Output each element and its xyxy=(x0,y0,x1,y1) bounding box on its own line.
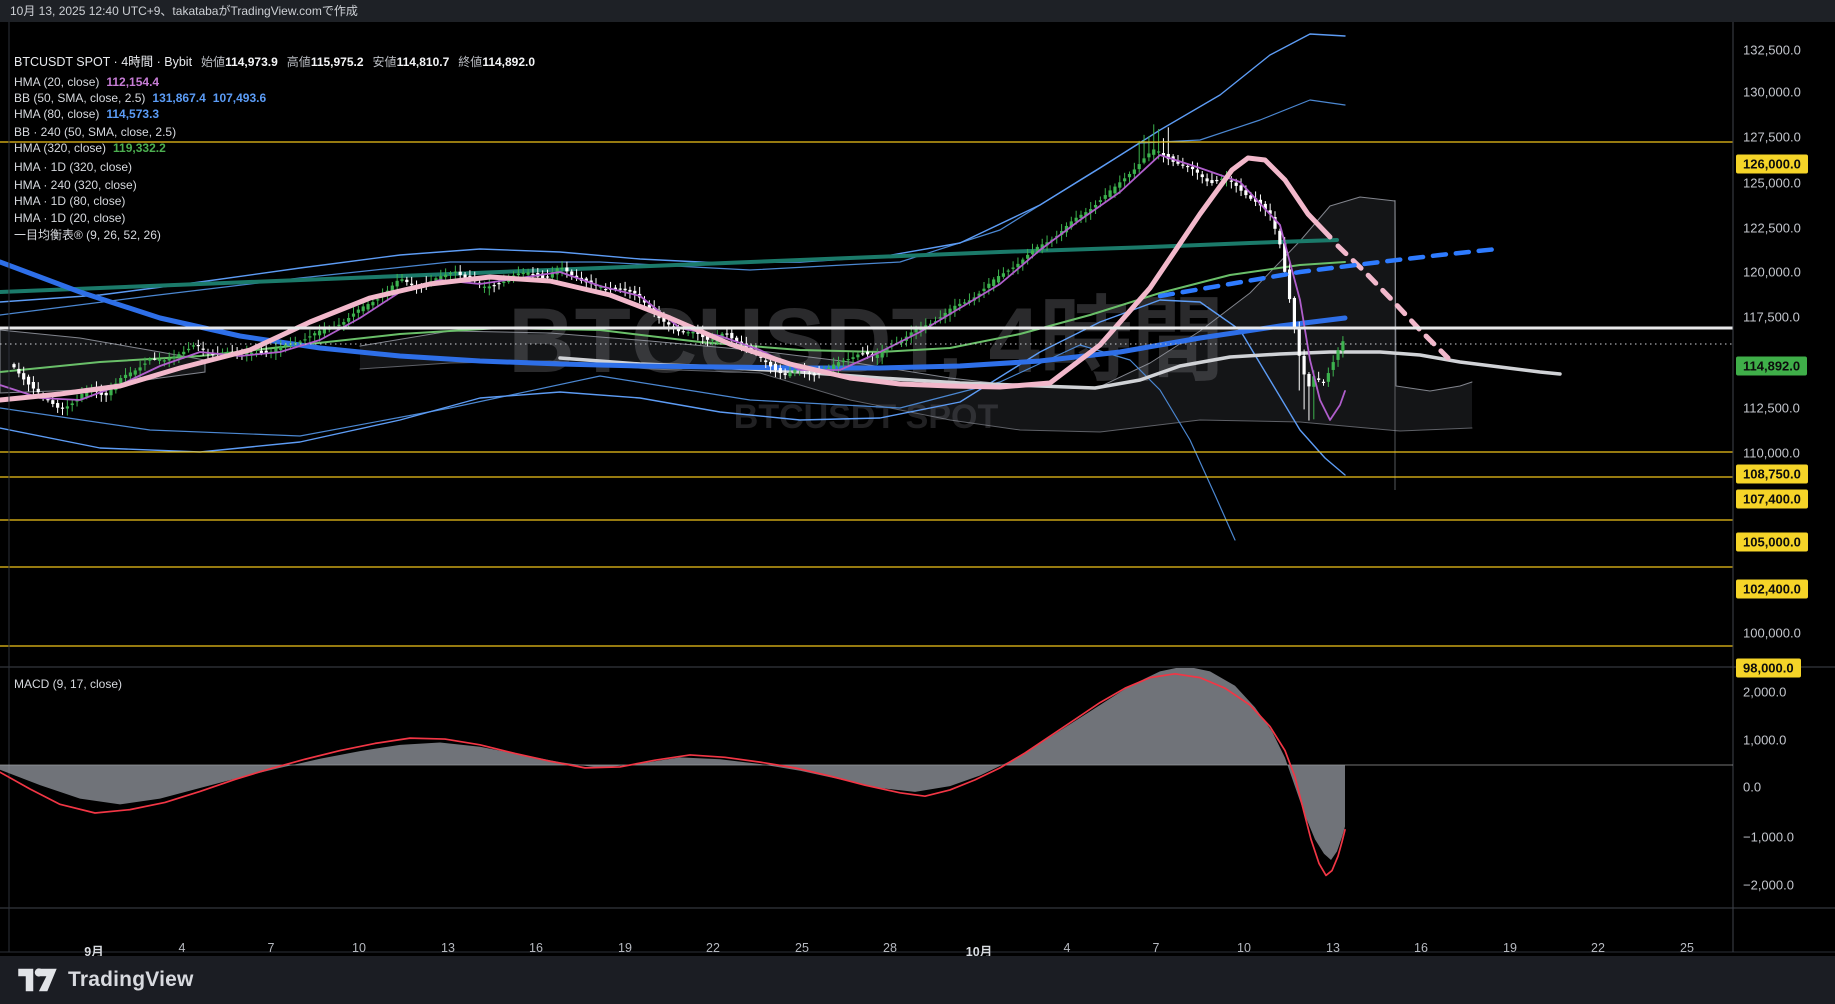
bb50-upper-band xyxy=(0,34,1345,302)
macd-histogram-area xyxy=(0,666,1345,860)
attribution-text: 10月 13, 2025 12:40 UTC+9、takatabaがTradin… xyxy=(10,4,358,18)
chart-canvas[interactable]: BTCUSDT, 4時間BTCUSDT SPOT xyxy=(0,22,1835,956)
indicator-label: BB (50, SMA, close, 2.5) xyxy=(14,91,145,105)
time-axis-label[interactable]: 7 xyxy=(1153,941,1160,955)
indicator-value: 114,573.3 xyxy=(106,107,159,121)
legend-row-symbol[interactable]: BTCUSDT SPOT · 4時間 · Bybit 始値114,973.9 高値1… xyxy=(14,55,535,69)
time-axis-label[interactable]: 13 xyxy=(441,941,455,955)
indicator-value: 112,154.4 xyxy=(106,75,159,89)
time-axis-label[interactable]: 22 xyxy=(1591,941,1605,955)
indicator-value: 119,332.2 xyxy=(113,141,166,155)
price-axis-tick: 1,000.0 xyxy=(1743,733,1786,748)
price-axis-tick: 130,000.0 xyxy=(1743,85,1801,100)
price-axis-tick: 122,500.0 xyxy=(1743,221,1801,236)
price-level-badge: 98,000.0 xyxy=(1736,659,1801,678)
legend-row-hma-240-320[interactable]: HMA · 240 (320, close) xyxy=(14,178,137,192)
price-axis-tick: 127,500.0 xyxy=(1743,130,1801,145)
ohlc-label: 安値114,810.7 xyxy=(373,55,450,69)
time-axis-label[interactable]: 10 xyxy=(1237,941,1251,955)
ohlc-label: 始値114,973.9 xyxy=(201,55,278,69)
price-level-badge: 107,400.0 xyxy=(1736,490,1808,509)
snapshot-attribution-bar: 10月 13, 2025 12:40 UTC+9、takatabaがTradin… xyxy=(0,0,1835,22)
indicator-label: BB · 240 (50, SMA, close, 2.5) xyxy=(14,125,176,139)
time-axis-label[interactable]: 4 xyxy=(1064,941,1071,955)
time-axis-label[interactable]: 19 xyxy=(1503,941,1517,955)
ohlc-value: 114,892.0 xyxy=(482,55,535,69)
price-axis-tick: 132,500.0 xyxy=(1743,43,1801,58)
price-level-badge: 108,750.0 xyxy=(1736,465,1808,484)
ohlc-label: 高値115,975.2 xyxy=(287,55,364,69)
price-axis-tick: 117,500.0 xyxy=(1743,310,1800,325)
tradingview-snapshot: 10月 13, 2025 12:40 UTC+9、takatabaがTradin… xyxy=(0,0,1835,1004)
legend-row-hma-80[interactable]: HMA (80, close) 114,573.3 xyxy=(14,107,159,121)
hma-1d-320-line xyxy=(0,240,1337,292)
price-axis-tick: 112,500.0 xyxy=(1743,401,1800,416)
price-axis-tick: 125,000.0 xyxy=(1743,176,1801,191)
price-level-badge: 126,000.0 xyxy=(1736,155,1808,174)
time-axis-label[interactable]: 13 xyxy=(1326,941,1340,955)
symbol-title: BTCUSDT SPOT · 4時間 · Bybit xyxy=(14,55,192,69)
price-level-badge: 114,892.0 xyxy=(1736,357,1807,376)
price-axis-tick: −2,000.0 xyxy=(1743,878,1794,893)
time-axis-label[interactable]: 10 xyxy=(352,941,366,955)
price-axis-tick: 120,000.0 xyxy=(1743,265,1801,280)
legend-row-bb-50[interactable]: BB (50, SMA, close, 2.5) 131,867.4 107,493… xyxy=(14,91,266,105)
indicator-label: HMA · 1D (320, close) xyxy=(14,160,132,174)
tradingview-logo-icon[interactable] xyxy=(16,965,58,995)
legend-row-ichimoku[interactable]: 一目均衡表® (9, 26, 52, 26) xyxy=(14,228,161,242)
indicator-label: HMA · 1D (80, close) xyxy=(14,194,125,208)
indicator-value: 107,493.6 xyxy=(213,91,266,105)
ohlc-value: 115,975.2 xyxy=(311,55,364,69)
legend-row-hma-1d-320[interactable]: HMA · 1D (320, close) xyxy=(14,160,132,174)
ohlc-value: 114,810.7 xyxy=(397,55,450,69)
price-level-badge: 102,400.0 xyxy=(1736,580,1808,599)
indicator-label: HMA (20, close) xyxy=(14,75,99,89)
time-axis-label[interactable]: 22 xyxy=(706,941,720,955)
indicator-label: HMA (320, close) xyxy=(14,141,106,155)
indicator-label: HMA (80, close) xyxy=(14,107,99,121)
price-axis-tick: 0.0 xyxy=(1743,780,1761,795)
legend-row-hma-320[interactable]: HMA (320, close) 119,332.2 xyxy=(14,141,166,155)
indicator-label: HMA · 240 (320, close) xyxy=(14,178,137,192)
ohlc-label: 終値114,892.0 xyxy=(458,55,535,69)
indicator-label: HMA · 1D (20, close) xyxy=(14,211,125,225)
indicator-value: 131,867.4 xyxy=(152,91,205,105)
legend-row-hma-1d-80[interactable]: HMA · 1D (80, close) xyxy=(14,194,125,208)
price-axis-tick: 100,000.0 xyxy=(1743,626,1801,641)
price-axis-tick: −1,000.0 xyxy=(1743,830,1794,845)
time-axis-label[interactable]: 25 xyxy=(1680,941,1694,955)
legend-row-hma-20[interactable]: HMA (20, close) 112,154.4 xyxy=(14,75,159,89)
macd-pane[interactable] xyxy=(0,666,1733,875)
time-axis-label[interactable]: 28 xyxy=(883,941,897,955)
time-axis-label[interactable]: 16 xyxy=(1414,941,1428,955)
indicator-label: 一目均衡表® (9, 26, 52, 26) xyxy=(14,228,161,242)
legend-row-macd[interactable]: MACD (9, 17, close) xyxy=(14,677,122,691)
time-axis-label[interactable]: 25 xyxy=(795,941,809,955)
macd-label: MACD (9, 17, close) xyxy=(14,677,122,691)
legend-row-bb-240[interactable]: BB · 240 (50, SMA, close, 2.5) xyxy=(14,125,176,139)
price-pane[interactable]: BTCUSDT, 4時間BTCUSDT SPOT xyxy=(0,34,1560,540)
time-axis-label[interactable]: 4 xyxy=(179,941,186,955)
time-axis-label[interactable]: 19 xyxy=(618,941,632,955)
price-level-badge: 105,000.0 xyxy=(1736,533,1808,552)
ohlc-value: 114,973.9 xyxy=(225,55,278,69)
bottom-brand-bar: TradingView xyxy=(0,956,1835,1004)
price-axis-tick: 110,000.0 xyxy=(1743,446,1800,461)
time-axis-label[interactable]: 16 xyxy=(529,941,543,955)
time-axis-label[interactable]: 7 xyxy=(268,941,275,955)
brand-wordmark[interactable]: TradingView xyxy=(68,968,194,992)
price-axis-tick: 2,000.0 xyxy=(1743,685,1786,700)
legend-row-hma-1d-20[interactable]: HMA · 1D (20, close) xyxy=(14,211,125,225)
